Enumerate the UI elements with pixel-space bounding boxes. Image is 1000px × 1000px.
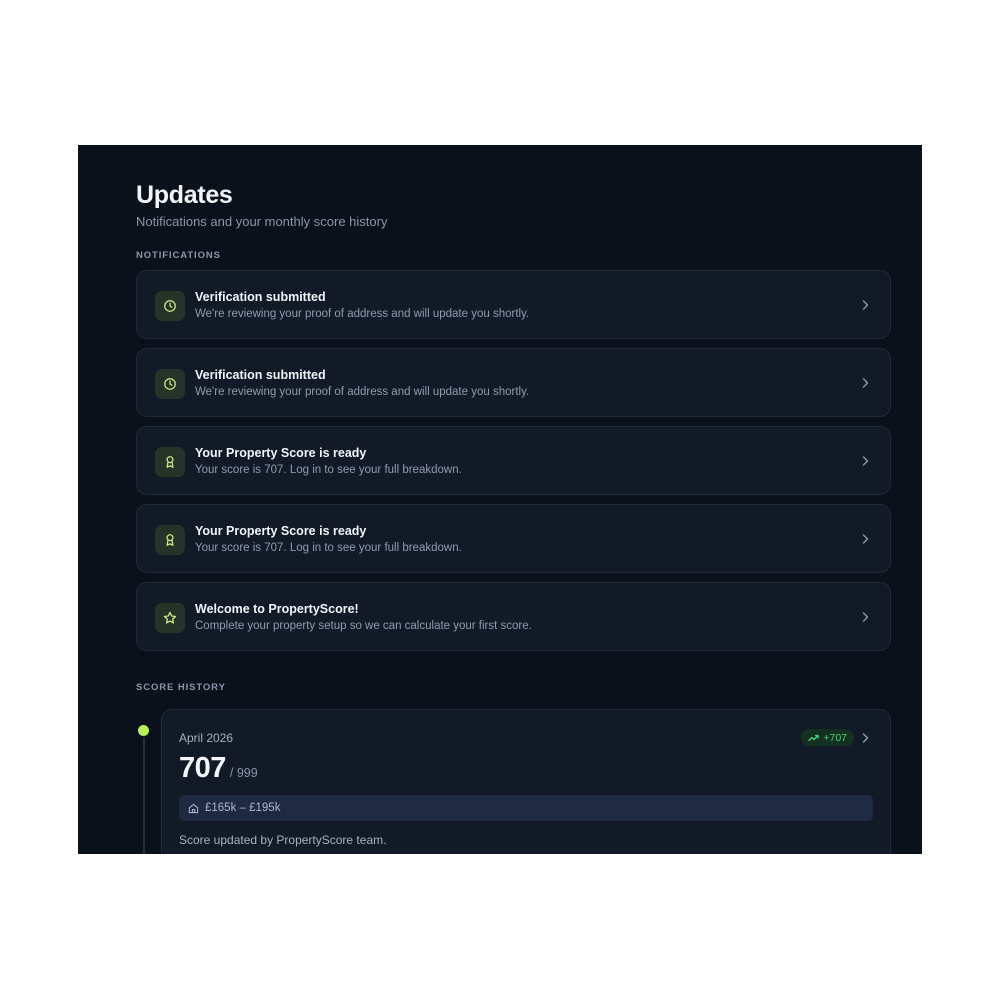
chevron-right-icon <box>861 299 870 310</box>
award-icon <box>155 525 185 555</box>
chevron-right-icon <box>861 377 870 388</box>
home-icon <box>188 803 199 814</box>
timeline-dot <box>138 725 149 736</box>
score-value: 707 <box>179 752 226 784</box>
notification-title: Your Property Score is ready <box>195 446 367 460</box>
notification-body: We're reviewing your proof of address an… <box>195 386 530 398</box>
notification-body: Your score is 707. Log in to see your fu… <box>195 464 462 476</box>
notifications-list: Verification submitted We're reviewing y… <box>136 270 891 660</box>
notification-title: Verification submitted <box>195 368 326 382</box>
chevron-right-icon <box>861 733 870 743</box>
score-change-value: +707 <box>823 731 847 744</box>
notification-card[interactable]: Verification submitted We're reviewing y… <box>136 270 891 339</box>
trending-up-icon <box>808 734 819 742</box>
notification-title: Your Property Score is ready <box>195 524 367 538</box>
chevron-right-icon <box>861 611 870 622</box>
star-icon <box>155 603 185 633</box>
award-icon <box>155 447 185 477</box>
notification-body: We're reviewing your proof of address an… <box>195 308 530 320</box>
notification-card[interactable]: Welcome to PropertyScore! Complete your … <box>136 582 891 651</box>
updates-screen: Updates Notifications and your monthly s… <box>78 145 922 854</box>
notification-title: Verification submitted <box>195 290 326 304</box>
chevron-right-icon <box>861 455 870 466</box>
history-month: April 2026 <box>179 731 234 745</box>
timeline-line <box>143 737 145 854</box>
notifications-section-label: NOTIFICATIONS <box>136 250 221 261</box>
score-history-section-label: SCORE HISTORY <box>136 682 226 693</box>
page-title: Updates <box>136 181 233 209</box>
notification-body: Complete your property setup so we can c… <box>195 620 532 632</box>
score-max: / 999 <box>229 766 258 780</box>
value-range-text: £165k – £195k <box>205 802 281 814</box>
notification-card[interactable]: Verification submitted We're reviewing y… <box>136 348 891 417</box>
score-history-card[interactable]: April 2026 +707 707 / 999 £165k – £195k … <box>161 709 891 854</box>
page-subtitle: Notifications and your monthly score his… <box>136 214 388 229</box>
score-row: 707 / 999 <box>179 752 258 785</box>
clock-icon <box>155 369 185 399</box>
chevron-right-icon <box>861 533 870 544</box>
notification-card[interactable]: Your Property Score is ready Your score … <box>136 504 891 573</box>
history-note: Score updated by PropertyScore team. <box>179 833 387 847</box>
score-change-badge: +707 <box>801 729 854 746</box>
property-value-range: £165k – £195k <box>179 795 873 821</box>
notification-body: Your score is 707. Log in to see your fu… <box>195 542 462 554</box>
notification-title: Welcome to PropertyScore! <box>195 602 359 616</box>
clock-icon <box>155 291 185 321</box>
notification-card[interactable]: Your Property Score is ready Your score … <box>136 426 891 495</box>
